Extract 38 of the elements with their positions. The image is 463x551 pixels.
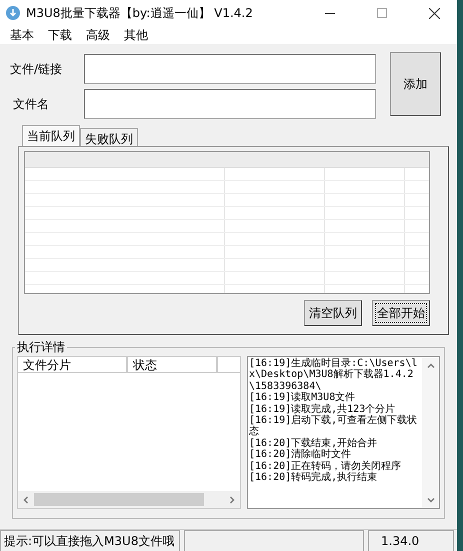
status-hint: 提示:可以直接拖入M3U8文件哦 — [0, 530, 180, 551]
log-line: [16:19]读取M3U8文件 — [249, 392, 356, 404]
scroll-down-icon[interactable] — [426, 496, 434, 504]
field-label: 文件/链接 — [10, 60, 64, 78]
input-field[interactable] — [84, 89, 376, 119]
scroll-up-icon[interactable] — [426, 362, 434, 370]
scroll-left-icon[interactable] — [22, 496, 30, 504]
log-line: [16:19]读取完成,共123个分片 — [249, 404, 396, 415]
tab[interactable]: 当前队列 — [22, 125, 80, 146]
minimize-icon[interactable] — [325, 12, 335, 14]
log-line: [16:20]清除临时文件 — [249, 449, 352, 460]
log-line: [16:20]转码完成,执行结束 — [249, 472, 378, 484]
log-line: [16:20]正在转码，请勿关闭程序 — [249, 460, 402, 472]
menu-item[interactable]: 基本 — [10, 26, 34, 44]
queue-button[interactable]: 清空队列 — [304, 300, 362, 326]
log-line: [16:19]生成临时目录:C:\Users\lx\Desktop\M3U8解析下载器1.4.2\1583396384\ — [249, 358, 418, 392]
queue-button[interactable]: 全部开始 — [372, 300, 430, 326]
tab[interactable]: 失败队列 — [80, 128, 138, 146]
app-icon — [6, 6, 20, 20]
log-box[interactable]: [16:19]生成临时目录:C:\Users\lx\Desktop\M3U8解析下载器1.4.2\1583396384\ [16:19]读取M3U8文件 [16:19]读取完成,共123个分片 [16:19]启动下载,可查看左侧下载状态 [16:20]下载结束,开始合并 [16:20]清除临时文件 [16:20]正在转码，请勿关闭程序 [16:20]转码完成,执行结束 — [247, 356, 440, 509]
menu-item[interactable]: 下载 — [48, 26, 72, 44]
vertical-scrollbar[interactable] — [422, 358, 439, 508]
menu-item[interactable]: 其他 — [124, 26, 148, 44]
column-header[interactable]: 文件分片 — [18, 357, 128, 372]
input-field[interactable] — [84, 54, 376, 84]
horizontal-scrollbar[interactable] — [18, 491, 240, 508]
close-icon[interactable] — [428, 8, 440, 18]
status-version: 1.34.0 — [368, 530, 454, 551]
menu-item[interactable]: 高级 — [86, 26, 110, 44]
log-line: [16:20]下载结束,开始合并 — [249, 438, 378, 449]
add-button[interactable]: 添加 — [390, 52, 441, 116]
window-title: M3U8批量下载器【by:逍遥一仙】 V1.4.2 — [26, 4, 254, 22]
maximize-icon[interactable] — [377, 8, 387, 18]
group-title: 执行详情 — [16, 339, 66, 356]
log-line: [16:19]启动下载,可查看左侧下载状态 — [249, 415, 418, 438]
scroll-right-icon[interactable] — [228, 496, 236, 504]
field-label: 文件名 — [12, 96, 50, 112]
column-header[interactable]: 状态 — [128, 357, 218, 372]
